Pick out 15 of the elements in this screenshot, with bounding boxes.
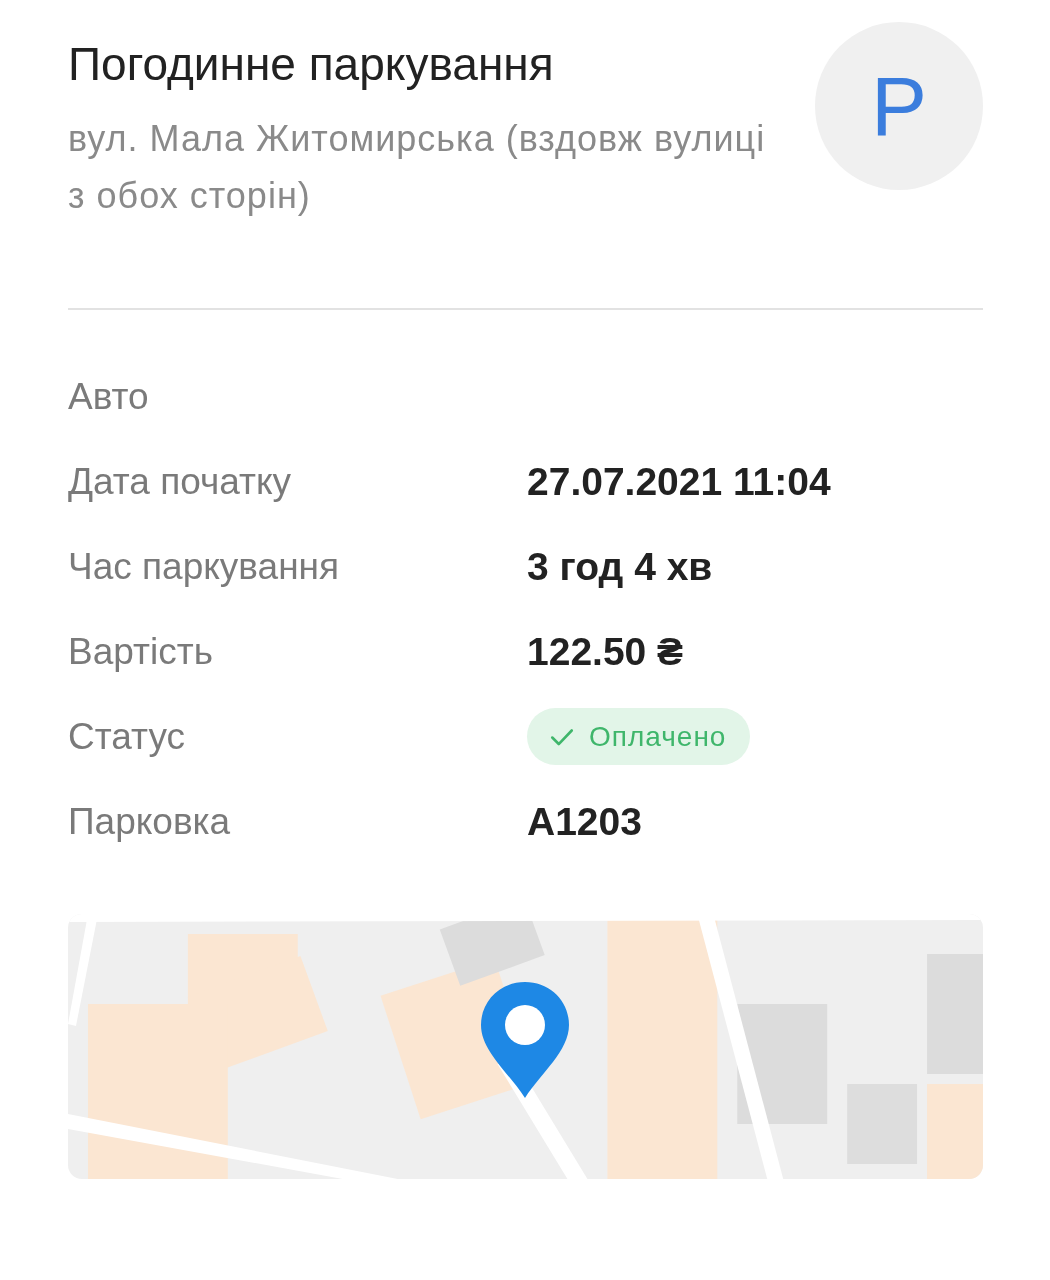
detail-label: Дата початку (68, 460, 293, 503)
detail-value: 3 год 4 хв (527, 544, 713, 589)
detail-label: Час паркування (68, 545, 341, 588)
parking-avatar: P (815, 22, 983, 190)
detail-value: 27.07.2021 11:04 (527, 459, 831, 504)
detail-value: 122.50 ₴ (527, 629, 684, 674)
page-title: Погодинне паркування (68, 37, 555, 92)
status-badge: Оплачено (527, 708, 751, 765)
detail-label: Авто (68, 375, 150, 418)
location-pin-icon (479, 980, 571, 1100)
detail-label: Статус (68, 715, 186, 758)
detail-value: A1203 (527, 799, 642, 844)
detail-label: Вартість (68, 630, 214, 673)
detail-label: Парковка (68, 800, 232, 843)
address-text: вул. Мала Житомирська (вздовж вулиці з обох сторін) (68, 117, 767, 218)
